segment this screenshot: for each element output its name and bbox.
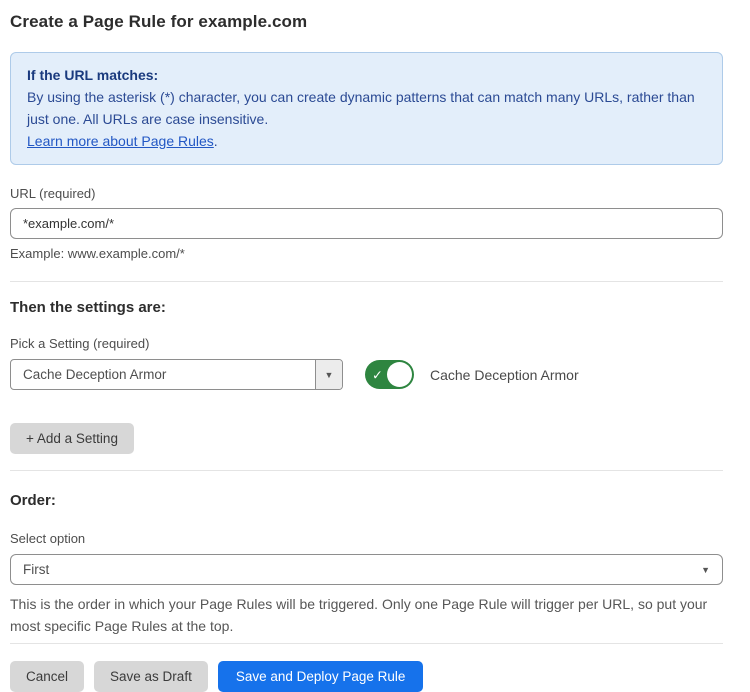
- learn-more-link[interactable]: Learn more about Page Rules: [27, 133, 214, 149]
- save-and-deploy-button[interactable]: Save and Deploy Page Rule: [218, 661, 424, 692]
- order-select[interactable]: First ▼: [10, 554, 723, 585]
- setting-dropdown[interactable]: Cache Deception Armor ▼: [10, 359, 343, 390]
- info-box-heading: If the URL matches:: [27, 64, 706, 86]
- setting-dropdown-arrow-button[interactable]: ▼: [315, 360, 342, 389]
- cache-deception-armor-toggle[interactable]: ✓: [365, 360, 414, 389]
- settings-section-heading: Then the settings are:: [10, 299, 723, 316]
- toggle-knob: [387, 362, 412, 387]
- order-select-value: First: [23, 562, 49, 577]
- save-as-draft-button[interactable]: Save as Draft: [94, 661, 208, 692]
- chevron-down-icon: ▼: [701, 565, 710, 575]
- cancel-button[interactable]: Cancel: [10, 661, 84, 692]
- link-period: .: [214, 133, 218, 149]
- order-select-label: Select option: [10, 531, 723, 546]
- order-helper-text: This is the order in which your Page Rul…: [10, 593, 723, 637]
- setting-dropdown-value: Cache Deception Armor: [11, 360, 315, 389]
- setting-row: Cache Deception Armor ▼ ✓ Cache Deceptio…: [10, 359, 723, 390]
- info-box-body: By using the asterisk (*) character, you…: [27, 86, 706, 130]
- pick-setting-label: Pick a Setting (required): [10, 336, 723, 351]
- url-input[interactable]: [10, 208, 723, 239]
- order-section-heading: Order:: [10, 492, 723, 509]
- url-example-helper: Example: www.example.com/*: [10, 246, 723, 261]
- footer-actions: Cancel Save as Draft Save and Deploy Pag…: [10, 661, 723, 692]
- divider-settings-order: [10, 470, 723, 471]
- page-title: Create a Page Rule for example.com: [10, 12, 723, 32]
- toggle-label: Cache Deception Armor: [430, 367, 579, 383]
- divider-url-settings: [10, 281, 723, 282]
- url-match-info-box: If the URL matches: By using the asteris…: [10, 52, 723, 165]
- checkmark-icon: ✓: [372, 368, 383, 381]
- chevron-down-icon: ▼: [325, 370, 334, 380]
- divider-order-footer: [10, 643, 723, 644]
- page-rule-form: Create a Page Rule for example.com If th…: [0, 0, 750, 692]
- add-setting-button[interactable]: + Add a Setting: [10, 423, 134, 454]
- info-box-link-line: Learn more about Page Rules.: [27, 130, 706, 152]
- url-field-label: URL (required): [10, 186, 723, 201]
